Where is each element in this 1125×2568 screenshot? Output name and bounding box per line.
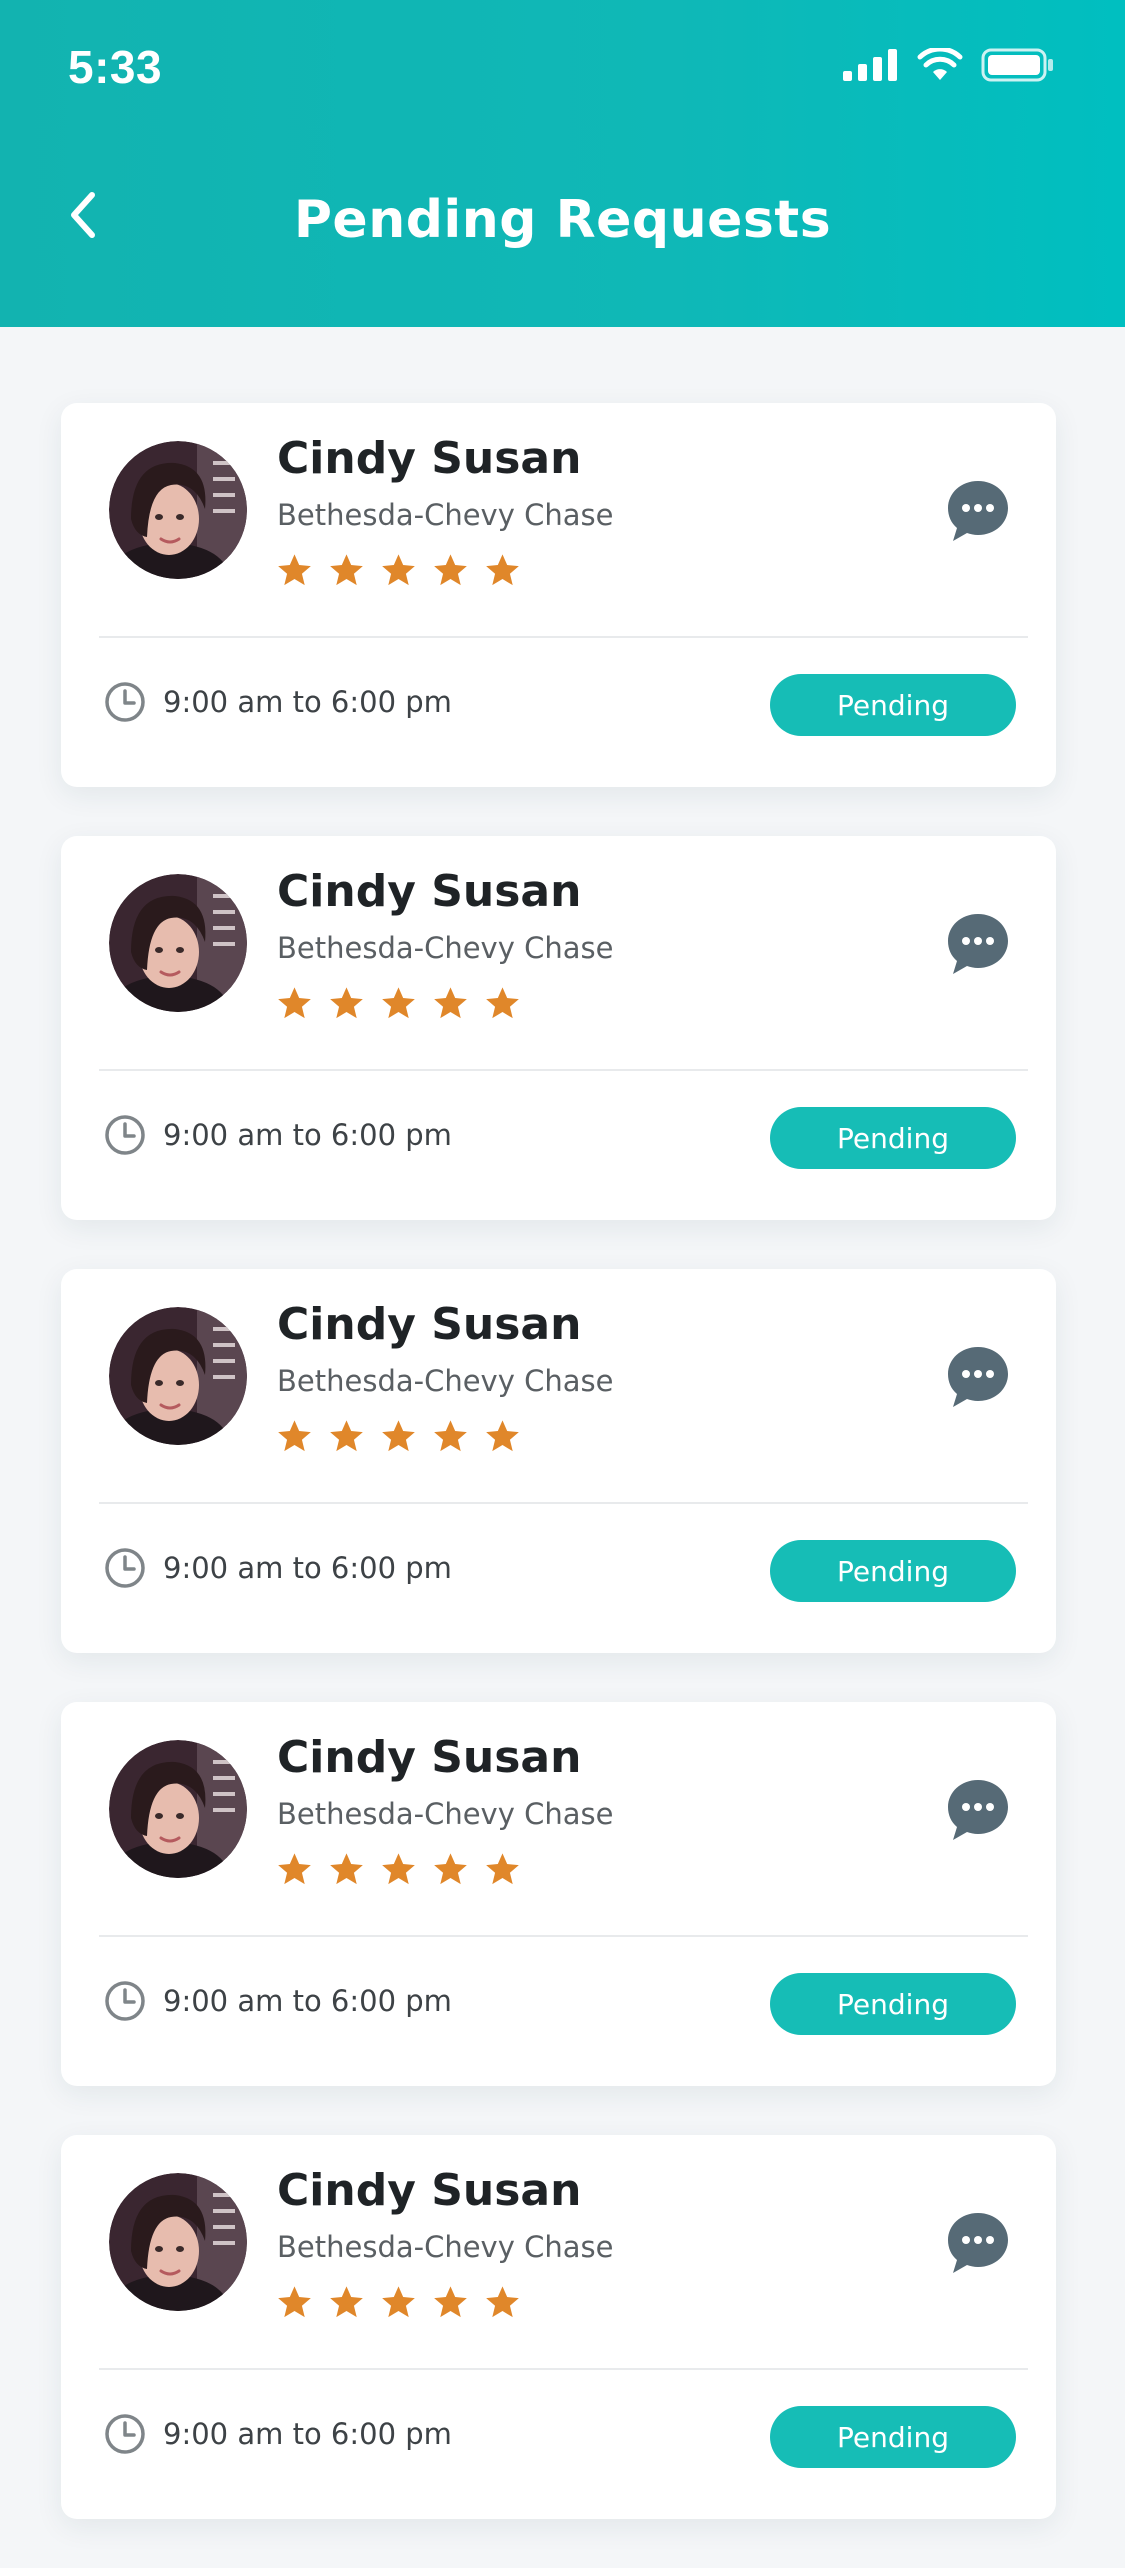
wifi-icon xyxy=(917,48,963,80)
availability-time: 9:00 am to 6:00 pm xyxy=(163,685,452,719)
star-icon xyxy=(278,1853,311,1885)
star-icon xyxy=(330,554,363,586)
cellular-signal-icon xyxy=(843,49,897,81)
avatar xyxy=(109,1740,247,1878)
clock-icon xyxy=(105,1115,145,1155)
star-icon xyxy=(486,554,519,586)
star-icon xyxy=(278,2286,311,2318)
page-title: Pending Requests xyxy=(293,190,832,250)
chat-bubble-icon xyxy=(948,1780,1008,1840)
requester-name: Cindy Susan xyxy=(277,433,582,484)
status-bar-icons xyxy=(843,48,1055,82)
card-divider xyxy=(99,2368,1028,2370)
request-card[interactable]: Cindy Susan Bethesda-Chevy Chase 9:00 am… xyxy=(61,836,1056,1220)
star-icon xyxy=(486,2286,519,2318)
star-rating xyxy=(277,2285,520,2319)
avatar xyxy=(109,874,247,1012)
star-icon xyxy=(434,1853,467,1885)
star-icon xyxy=(330,2286,363,2318)
request-card[interactable]: Cindy Susan Bethesda-Chevy Chase 9:00 am… xyxy=(61,1269,1056,1653)
star-rating xyxy=(277,986,520,1020)
chat-bubble-icon xyxy=(948,1347,1008,1407)
star-icon xyxy=(278,987,311,1019)
request-card[interactable]: Cindy Susan Bethesda-Chevy Chase 9:00 am… xyxy=(61,2135,1056,2519)
chat-bubble-icon xyxy=(948,2213,1008,2273)
star-icon xyxy=(330,1420,363,1452)
requester-name: Cindy Susan xyxy=(277,1732,582,1783)
chat-button[interactable] xyxy=(945,1344,1011,1410)
requester-location: Bethesda-Chevy Chase xyxy=(277,931,614,965)
availability-time: 9:00 am to 6:00 pm xyxy=(163,1118,452,1152)
requester-name: Cindy Susan xyxy=(277,1299,582,1350)
star-icon xyxy=(434,987,467,1019)
star-icon xyxy=(382,987,415,1019)
requester-location: Bethesda-Chevy Chase xyxy=(277,1364,614,1398)
clock-icon xyxy=(105,1981,145,2021)
card-divider xyxy=(99,1069,1028,1071)
availability-time: 9:00 am to 6:00 pm xyxy=(163,1984,452,2018)
request-card[interactable]: Cindy Susan Bethesda-Chevy Chase 9:00 am… xyxy=(61,1702,1056,2086)
chat-button[interactable] xyxy=(945,1777,1011,1843)
availability-time: 9:00 am to 6:00 pm xyxy=(163,2417,452,2451)
pending-status-button[interactable]: Pending xyxy=(770,674,1016,736)
pending-status-button[interactable]: Pending xyxy=(770,1540,1016,1602)
star-icon xyxy=(486,987,519,1019)
avatar xyxy=(109,2173,247,2311)
avatar xyxy=(109,441,247,579)
star-icon xyxy=(434,1420,467,1452)
requester-location: Bethesda-Chevy Chase xyxy=(277,1797,614,1831)
star-icon xyxy=(278,554,311,586)
star-rating xyxy=(277,1419,520,1453)
clock-icon xyxy=(105,1548,145,1588)
clock-icon xyxy=(105,2414,145,2454)
app-header: 5:33 Pending Requests xyxy=(0,0,1125,327)
status-bar-time: 5:33 xyxy=(68,41,163,93)
star-icon xyxy=(382,1853,415,1885)
star-rating xyxy=(277,553,520,587)
pending-requests-list: Cindy Susan Bethesda-Chevy Chase 9:00 am… xyxy=(61,403,1056,2568)
chat-button[interactable] xyxy=(945,478,1011,544)
star-rating xyxy=(277,1852,520,1886)
chat-bubble-icon xyxy=(948,481,1008,541)
requester-location: Bethesda-Chevy Chase xyxy=(277,498,614,532)
chat-bubble-icon xyxy=(948,914,1008,974)
card-divider xyxy=(99,1935,1028,1937)
card-divider xyxy=(99,1502,1028,1504)
battery-icon xyxy=(981,48,1053,82)
star-icon xyxy=(434,2286,467,2318)
pending-status-button[interactable]: Pending xyxy=(770,1107,1016,1169)
star-icon xyxy=(382,1420,415,1452)
availability-time: 9:00 am to 6:00 pm xyxy=(163,1551,452,1585)
star-icon xyxy=(486,1420,519,1452)
requester-name: Cindy Susan xyxy=(277,2165,582,2216)
requester-location: Bethesda-Chevy Chase xyxy=(277,2230,614,2264)
chat-button[interactable] xyxy=(945,911,1011,977)
pending-status-button[interactable]: Pending xyxy=(770,2406,1016,2468)
star-icon xyxy=(278,1420,311,1452)
pending-status-button[interactable]: Pending xyxy=(770,1973,1016,2035)
avatar xyxy=(109,1307,247,1445)
star-icon xyxy=(486,1853,519,1885)
request-card[interactable]: Cindy Susan Bethesda-Chevy Chase 9:00 am… xyxy=(61,403,1056,787)
clock-icon xyxy=(105,682,145,722)
card-divider xyxy=(99,636,1028,638)
star-icon xyxy=(330,1853,363,1885)
star-icon xyxy=(382,2286,415,2318)
star-icon xyxy=(330,987,363,1019)
star-icon xyxy=(382,554,415,586)
chat-button[interactable] xyxy=(945,2210,1011,2276)
star-icon xyxy=(434,554,467,586)
requester-name: Cindy Susan xyxy=(277,866,582,917)
